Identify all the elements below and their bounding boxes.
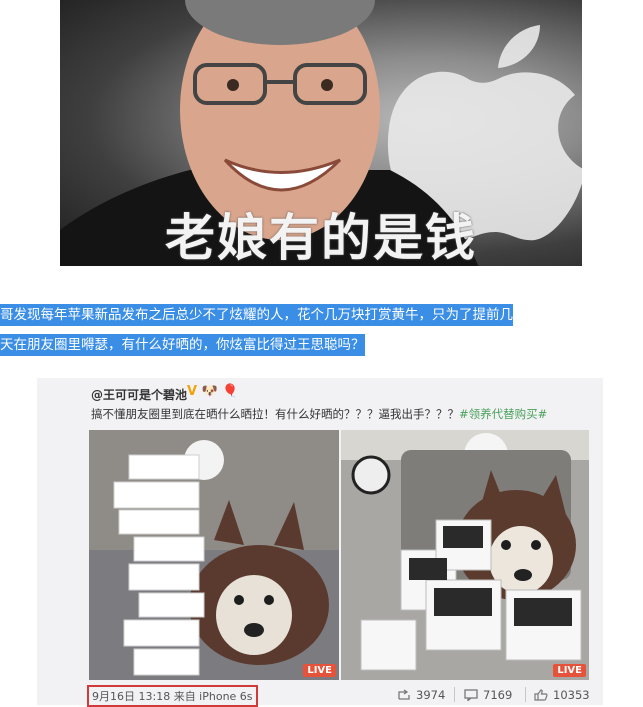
meme-image: 老娘有的是钱	[60, 0, 582, 266]
verified-badges: V 🐶 🎈	[187, 384, 239, 399]
article-line-1: 哥发现每年苹果新品发布之后总少不了炫耀的人，花个几万块打赏黄牛，只为了提前几	[0, 304, 513, 326]
dog-with-boxes-illustration	[89, 430, 339, 680]
username[interactable]: @王可可是个碧池	[91, 386, 187, 403]
post-photo-1[interactable]: LIVE	[89, 430, 339, 680]
user-badges: V 🐶 🎈	[187, 384, 239, 399]
live-badge: LIVE	[553, 664, 586, 677]
divider	[525, 687, 526, 702]
comment-button[interactable]: 7169	[464, 688, 512, 702]
repost-icon	[398, 689, 410, 700]
article-line-2: 天在朋友圈里嘚瑟，有什么好晒的，你炫富比得过王思聪吗？	[0, 334, 365, 356]
weibo-post-card: @王可可是个碧池 V 🐶 🎈 搞不懂朋友圈里到底在晒什么晒拉！有什么好晒的？？？…	[37, 378, 603, 707]
like-count: 10353	[553, 688, 590, 702]
meme-caption: 老娘有的是钱	[165, 209, 477, 266]
article-paragraph: 哥发现每年苹果新品发布之后总少不了炫耀的人，花个几万块打赏黄牛，只为了提前几 天…	[0, 300, 643, 360]
hashtag-link[interactable]: #领养代替购买#	[459, 407, 547, 421]
like-button[interactable]: 10353	[534, 688, 590, 702]
dog-with-iphone7-boxes-illustration	[341, 430, 589, 680]
live-badge: LIVE	[303, 664, 336, 677]
like-icon	[534, 689, 548, 701]
comment-count: 7169	[483, 688, 513, 702]
repost-button[interactable]: 3974	[397, 688, 445, 702]
post-text: 搞不懂朋友圈里到底在晒什么晒拉！有什么好晒的？？？逼我出手？？？#领养代替购买#	[91, 406, 547, 422]
divider	[454, 687, 455, 702]
post-body: 搞不懂朋友圈里到底在晒什么晒拉！有什么好晒的？？？逼我出手？？？	[91, 407, 459, 421]
comment-icon	[464, 689, 478, 701]
post-photo-2[interactable]: LIVE	[341, 430, 589, 680]
repost-count: 3974	[416, 688, 446, 702]
post-timestamp[interactable]: 9月16日 13:18 来自 iPhone 6s	[87, 685, 258, 707]
